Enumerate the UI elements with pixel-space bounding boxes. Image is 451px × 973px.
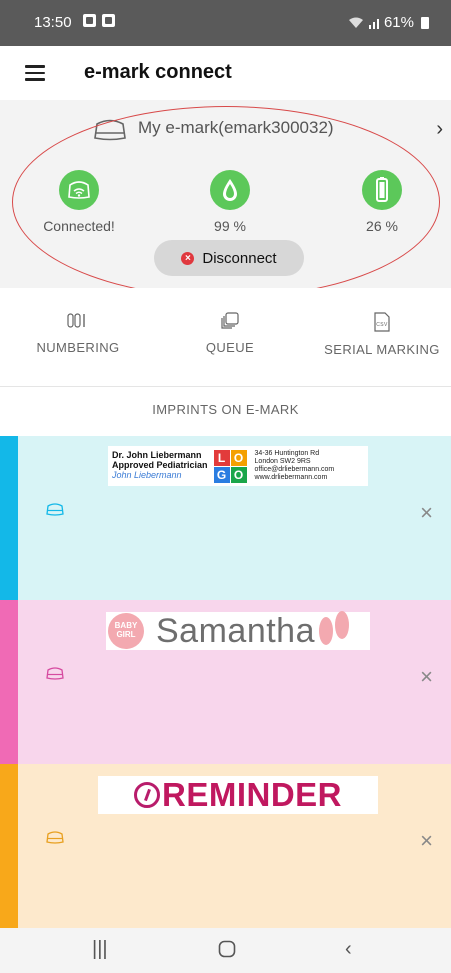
imprint-preview: REMINDER: [98, 776, 378, 814]
imprint-card-doctor[interactable]: Dr. John Liebermann Approved Pediatricia…: [0, 436, 451, 600]
gallery-notification-icon: [83, 14, 96, 27]
hamburger-menu-icon[interactable]: [25, 65, 45, 81]
status-time: 13:50: [34, 14, 72, 31]
address-line: office@drliebermann.com: [254, 466, 335, 473]
recent-apps-icon[interactable]: |||: [92, 938, 108, 961]
e-mark-device-icon: [46, 831, 64, 844]
address-line: 34-36 Huntington Rd: [254, 449, 320, 457]
signal-icon: [368, 18, 379, 29]
ink-status: 99 %: [175, 170, 285, 234]
ink-drop-icon: [210, 170, 250, 210]
app-bar: e-mark connect: [0, 46, 451, 100]
notification-icons: [83, 14, 115, 27]
card-stripe: [0, 436, 18, 600]
imprints-section-title: IMPRINTS ON E-MARK: [152, 402, 299, 417]
app-title: e-mark connect: [84, 61, 232, 83]
card-stripe: [0, 600, 18, 764]
disconnect-icon: ×: [181, 251, 195, 265]
close-icon[interactable]: ×: [420, 500, 433, 526]
baby-feet-icon: [319, 611, 349, 645]
imprint-card-reminder[interactable]: REMINDER ×: [0, 764, 451, 928]
app-notification-icon: [102, 14, 115, 27]
imprint-preview: BABY GIRL Samantha: [106, 611, 370, 650]
doctor-address: 34-36 Huntington Rd London SW2 9RS offic…: [255, 450, 335, 482]
csv-file-icon: CSV: [374, 312, 390, 332]
status-bar: 13:50 61%: [0, 0, 451, 46]
reminder-text: REMINDER: [161, 776, 342, 813]
device-selector[interactable]: My e-mark(emark300032) ›: [0, 114, 451, 144]
battery-level-icon: [362, 170, 402, 210]
feature-toolbar: NUMBERING QUEUE CSV SERIAL MARKING: [0, 288, 451, 387]
baby-name: Samantha: [156, 611, 315, 650]
numbering-icon: [67, 313, 85, 328]
wifi-icon: [348, 17, 363, 28]
card-stripe: [0, 764, 18, 928]
back-icon[interactable]: ‹: [345, 938, 352, 961]
close-icon[interactable]: ×: [420, 664, 433, 690]
connection-status: Connected!: [24, 170, 134, 234]
chevron-right-icon[interactable]: ›: [436, 118, 443, 141]
battery-status: 26 %: [327, 170, 437, 234]
disconnect-button[interactable]: × Disconnect: [154, 240, 304, 276]
e-mark-device-icon: [46, 667, 64, 680]
csv-badge-text: CSV: [376, 322, 388, 328]
queue-icon: [221, 312, 239, 329]
queue-label: QUEUE: [205, 340, 255, 355]
doctor-signature: John Liebermann: [112, 469, 182, 480]
doctor-text: Dr. John Liebermann Approved Pediatricia…: [112, 450, 208, 481]
battery-level-label: 26 %: [366, 218, 398, 234]
battery-percent: 61%: [383, 14, 414, 31]
imprint-card-baby[interactable]: BABY GIRL Samantha ×: [0, 600, 451, 764]
numbering-button[interactable]: NUMBERING: [32, 312, 124, 355]
clock-icon: [133, 782, 160, 808]
home-icon[interactable]: [218, 940, 236, 964]
logo-letter: O: [230, 466, 247, 483]
logo-letter: O: [230, 449, 247, 466]
ink-level-label: 99 %: [214, 218, 246, 234]
disconnect-label: Disconnect: [202, 249, 277, 267]
system-nav-bar: ||| ‹: [0, 928, 451, 973]
e-mark-device-icon: [94, 119, 126, 141]
numbering-label: NUMBERING: [36, 340, 120, 355]
status-right: 61%: [348, 14, 429, 31]
logo-letter: L: [213, 449, 230, 466]
address-line: London SW2 9RS: [254, 457, 311, 465]
serial-marking-button[interactable]: CSV SERIAL MARKING: [318, 312, 446, 357]
battery-icon: [421, 16, 429, 29]
logo-letter: G: [213, 466, 230, 483]
wifi-device-icon: [59, 170, 99, 210]
device-panel: My e-mark(emark300032) › Connected! 99 %: [0, 100, 451, 288]
device-name: My e-mark(emark300032): [138, 118, 334, 137]
imprint-preview: Dr. John Liebermann Approved Pediatricia…: [108, 446, 368, 486]
queue-button[interactable]: QUEUE: [200, 312, 260, 355]
connection-label: Connected!: [43, 218, 115, 234]
badge-text: GIRL: [116, 630, 136, 639]
logo-mark: L O G O: [213, 449, 247, 483]
close-icon[interactable]: ×: [420, 828, 433, 854]
baby-girl-badge: BABY GIRL: [108, 613, 144, 649]
serial-marking-label: SERIAL MARKING: [324, 342, 440, 357]
address-line: www.drliebermann.com: [254, 474, 328, 482]
e-mark-device-icon: [46, 503, 64, 516]
